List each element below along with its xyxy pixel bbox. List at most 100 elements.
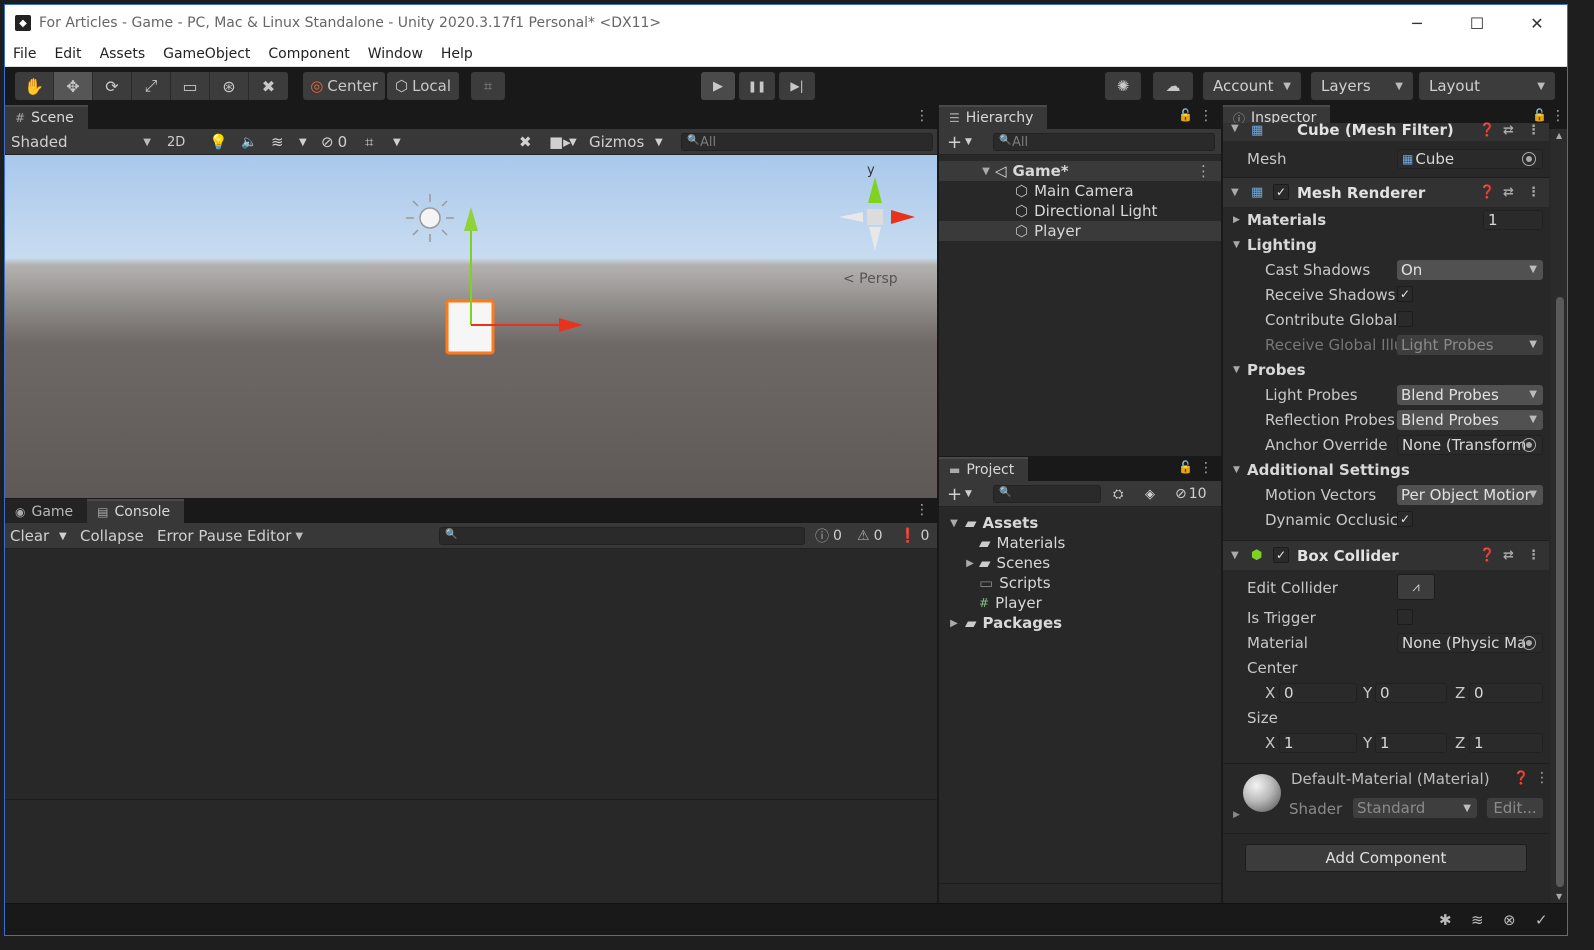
grid-snap-button[interactable]: ⌗	[471, 72, 505, 100]
chevron-down-icon[interactable]: ▼	[1231, 187, 1239, 198]
additional-settings-foldout[interactable]: ▼ Additional Settings	[1223, 457, 1549, 482]
project-item-assets[interactable]: ▼ ▰ Assets	[939, 513, 1221, 533]
lock-icon[interactable]: 🔓	[1178, 108, 1193, 122]
project-search-input[interactable]: 🔍	[993, 485, 1101, 503]
hierarchy-search-input[interactable]: 🔍 All	[993, 133, 1215, 151]
center-x-field[interactable]: 0	[1279, 682, 1357, 703]
scene-search-input[interactable]: 🔍 All	[681, 133, 933, 151]
box-collider-header[interactable]: ▼ ⬢ ✓ Box Collider ❓ ⇄ ⋮	[1223, 540, 1549, 570]
chevron-down-icon[interactable]: ▼	[965, 129, 972, 155]
lighting-foldout[interactable]: ▼ Lighting	[1223, 232, 1549, 257]
hierarchy-item-main-camera[interactable]: ⬡ Main Camera	[939, 181, 1221, 201]
x-axis-arrow[interactable]	[559, 318, 583, 332]
scroll-down-icon[interactable]: ▼	[1556, 892, 1562, 901]
pivot-center-button[interactable]: ◎ Center	[303, 72, 385, 100]
help-icon[interactable]: ❓	[1479, 185, 1495, 200]
maximize-button[interactable]: ☐	[1447, 5, 1507, 41]
add-icon[interactable]: +	[947, 481, 962, 507]
menu-gameobject[interactable]: GameObject	[163, 46, 250, 62]
gizmos-button[interactable]: Gizmos	[589, 129, 644, 155]
debug-icon[interactable]: ✱	[1439, 911, 1452, 929]
dynamic-occlusion-checkbox[interactable]: ✓	[1397, 511, 1413, 527]
tab-console[interactable]: ▤ Console	[87, 499, 185, 523]
scene-root-row[interactable]: ▼ ◁ Game* ⋮	[939, 161, 1221, 181]
account-dropdown[interactable]: Account ▼	[1203, 72, 1301, 100]
console-log-list[interactable]	[5, 549, 937, 799]
preset-icon[interactable]: ⇄	[1503, 185, 1514, 200]
custom-tool-icon[interactable]: ✖	[249, 72, 288, 100]
hierarchy-item-player[interactable]: ⬡ Player	[939, 221, 1221, 241]
tab-project[interactable]: ▬ Project	[939, 457, 1029, 481]
move-tool-icon[interactable]: ✥	[54, 72, 93, 100]
kebab-menu-icon[interactable]: ⋮	[1527, 185, 1540, 200]
chevron-right-icon[interactable]: ▶	[947, 618, 961, 629]
menu-file[interactable]: File	[13, 46, 36, 62]
motion-vectors-dropdown[interactable]: Per Object Motior ▼	[1397, 484, 1543, 505]
chevron-down-icon[interactable]: ▼	[947, 518, 961, 529]
menu-window[interactable]: Window	[368, 46, 423, 62]
kebab-menu-icon[interactable]: ⋮	[1535, 770, 1549, 786]
pivot-space-button[interactable]: ⬡ Local	[387, 72, 459, 100]
project-item-packages[interactable]: ▶ ▰ Packages	[939, 613, 1221, 633]
inspector-scrollbar[interactable]: ▲ ▼	[1551, 129, 1567, 903]
help-icon[interactable]: ❓	[1479, 548, 1495, 563]
chevron-down-icon[interactable]: ▼	[655, 129, 663, 155]
kebab-menu-icon[interactable]: ⋮	[1551, 108, 1565, 124]
chevron-down-icon[interactable]: ▼	[393, 129, 401, 155]
probes-foldout[interactable]: ▼ Probes	[1223, 357, 1549, 382]
error-count-toggle[interactable]: ❗ 0	[899, 523, 929, 549]
kebab-menu-icon[interactable]: ⋮	[1199, 460, 1213, 476]
object-picker-icon[interactable]	[1522, 152, 1536, 166]
chevron-down-icon[interactable]: ▼	[1233, 365, 1240, 375]
reflection-probes-dropdown[interactable]: Blend Probes ▼	[1397, 409, 1543, 430]
transform-tool-icon[interactable]: ⊛	[210, 72, 249, 100]
hand-tool-icon[interactable]: ✋	[15, 72, 54, 100]
object-picker-icon[interactable]	[1522, 437, 1536, 452]
tab-hierarchy[interactable]: ☰ Hierarchy	[939, 105, 1048, 129]
add-component-button[interactable]: Add Component	[1245, 844, 1527, 872]
services-icon[interactable]: ✺	[1105, 72, 1141, 100]
camera-icon[interactable]: ■▸	[549, 129, 571, 155]
tab-scene[interactable]: # Scene	[5, 105, 88, 129]
chevron-down-icon[interactable]: ▼	[979, 166, 993, 177]
cloud-icon[interactable]: ☁	[1153, 72, 1193, 100]
kebab-menu-icon[interactable]: ⋮	[1199, 108, 1213, 124]
hierarchy-item-directional-light[interactable]: ⬡ Directional Light	[939, 201, 1221, 221]
chevron-down-icon[interactable]: ▼	[1231, 550, 1239, 561]
material-preview-sphere[interactable]	[1243, 774, 1281, 812]
menu-component[interactable]: Component	[268, 46, 349, 62]
project-item-scripts[interactable]: ▭ Scripts	[939, 573, 1221, 593]
info-count-toggle[interactable]: ⓘ 0	[815, 523, 842, 549]
chevron-down-icon[interactable]: ▼	[59, 523, 67, 549]
lock-icon[interactable]: 🔓	[1178, 460, 1193, 474]
console-detail-area[interactable]	[5, 800, 937, 903]
console-search-input[interactable]: 🔍	[439, 527, 805, 545]
menu-assets[interactable]: Assets	[100, 46, 146, 62]
materials-count-field[interactable]: 1	[1483, 209, 1543, 230]
preset-icon[interactable]: ⇄	[1503, 548, 1514, 563]
persp-label[interactable]: < Persp	[843, 271, 898, 287]
kebab-menu-icon[interactable]: ⋮	[915, 502, 929, 518]
tools-icon[interactable]: ✖	[519, 129, 532, 155]
editor-dropdown[interactable]: Editor ▼	[247, 523, 303, 549]
chevron-down-icon[interactable]: ▼	[1233, 465, 1240, 475]
size-z-field[interactable]: 1	[1469, 732, 1543, 753]
chevron-down-icon[interactable]: ▼	[965, 481, 972, 507]
scene-orientation-gizmo[interactable]	[839, 177, 915, 251]
rect-tool-icon[interactable]: ▭	[171, 72, 210, 100]
chevron-right-icon[interactable]: ▶	[1233, 215, 1240, 225]
filter-label-icon[interactable]: ◈	[1145, 481, 1155, 507]
materials-row[interactable]: ▶ Materials 1	[1223, 207, 1549, 232]
step-button[interactable]: ▶|	[779, 72, 815, 100]
chevron-right-icon[interactable]: ▶	[963, 558, 977, 569]
grid-toggle-icon[interactable]: ⌗	[365, 129, 373, 155]
2d-toggle[interactable]: 2D	[167, 129, 185, 155]
project-item-scenes[interactable]: ▶ ▰ Scenes	[939, 553, 1221, 573]
shader-dropdown[interactable]: Standard ▼	[1353, 798, 1477, 818]
kebab-menu-icon[interactable]: ⋮	[1196, 162, 1211, 180]
kebab-menu-icon[interactable]: ⋮	[1527, 548, 1540, 563]
warning-count-toggle[interactable]: ⚠ 0	[857, 523, 882, 549]
center-y-field[interactable]: 0	[1375, 682, 1447, 703]
hidden-objects-toggle[interactable]: ⊘ 0	[321, 129, 347, 155]
chevron-down-icon[interactable]: ▼	[569, 129, 577, 155]
